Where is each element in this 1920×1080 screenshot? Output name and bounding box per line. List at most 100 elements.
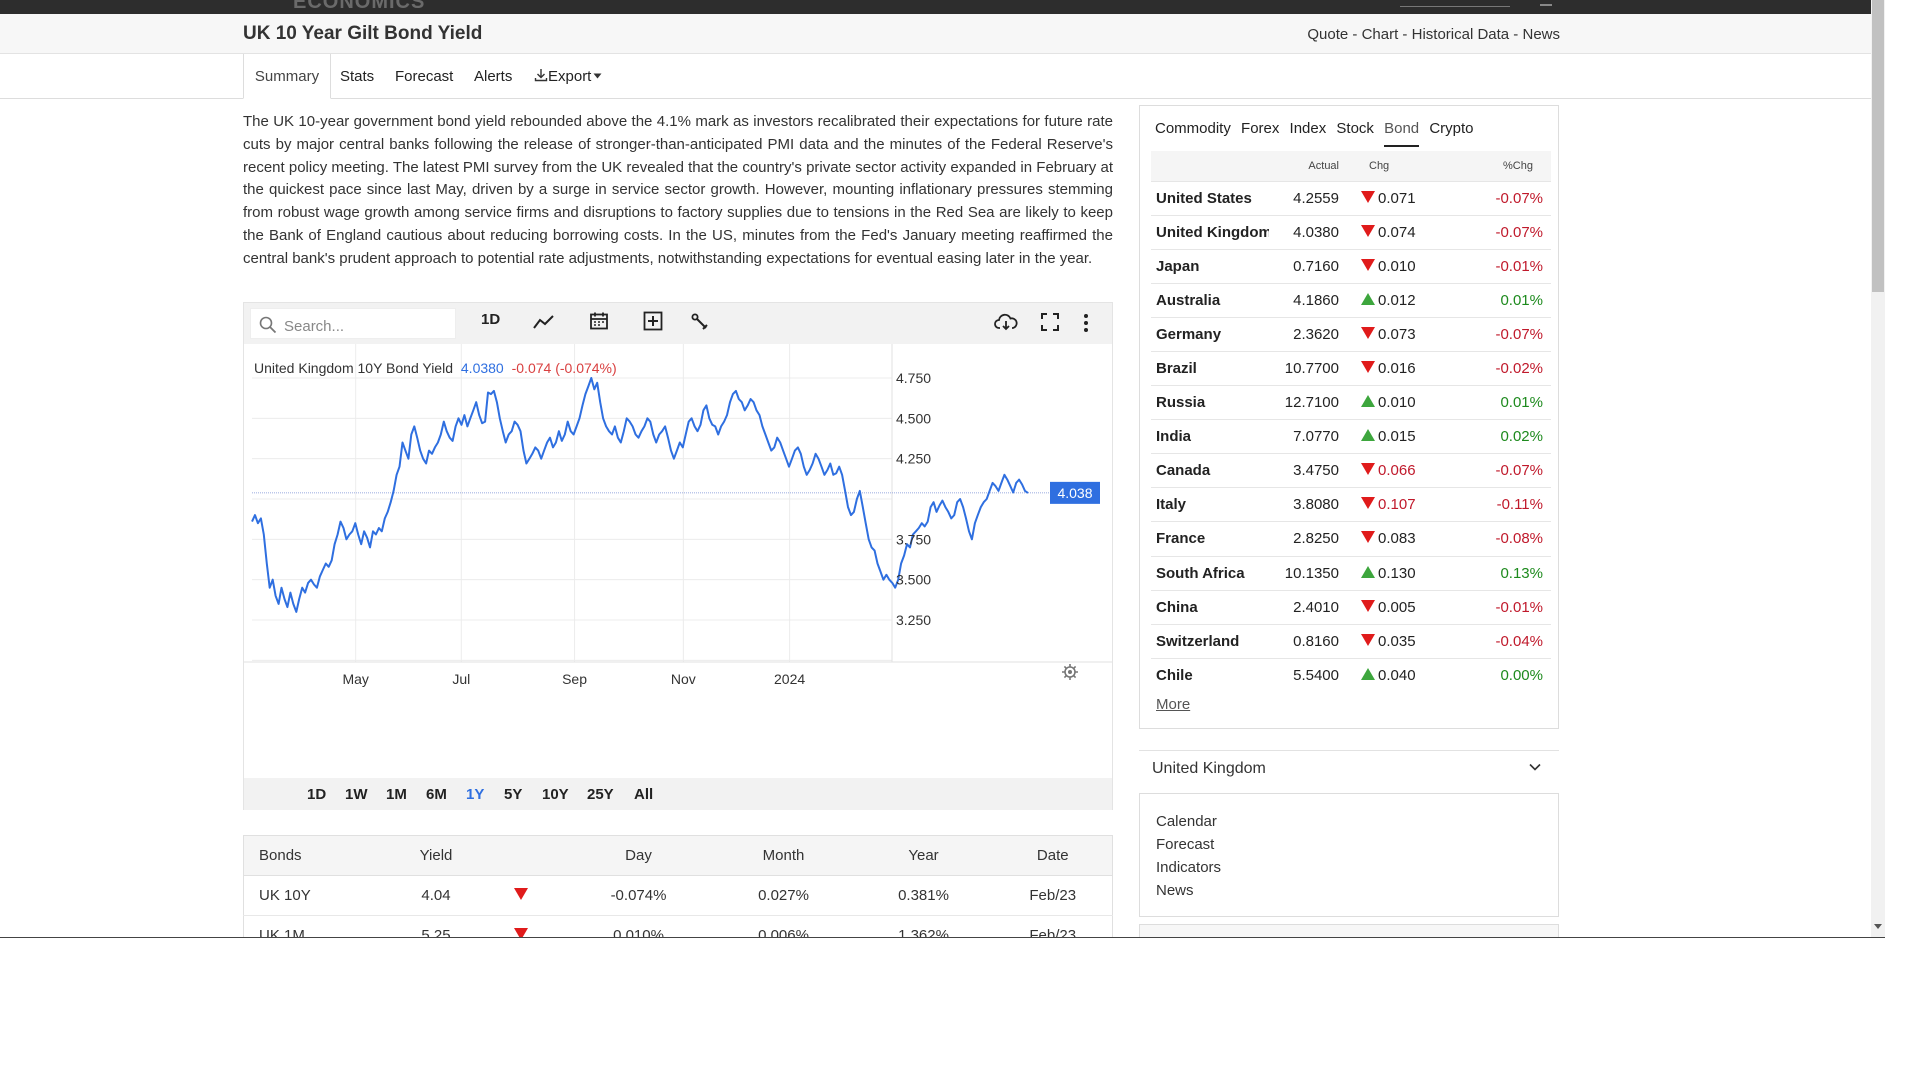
market-tab-commodity[interactable]: Commodity <box>1155 120 1231 137</box>
market-country[interactable]: Germany <box>1151 316 1269 352</box>
scroll-down-arrow[interactable] <box>1874 924 1882 929</box>
bonds-col-date[interactable]: Date <box>993 835 1113 876</box>
bond-name[interactable]: UK 10Y <box>243 875 394 916</box>
market-chg: 0.066 <box>1378 462 1416 480</box>
calendar-icon[interactable] <box>589 311 609 331</box>
range-25y[interactable]: 25Y <box>587 786 614 803</box>
news-link[interactable]: News <box>1522 26 1560 43</box>
more-options-icon[interactable] <box>1083 313 1089 333</box>
market-row[interactable]: Switzerland 0.8160 0.035 -0.04% <box>1151 623 1551 659</box>
up-arrow-icon <box>1361 395 1375 408</box>
range-5y[interactable]: 5Y <box>504 786 522 803</box>
market-row[interactable]: Germany 2.3620 0.073 -0.07% <box>1151 316 1551 352</box>
indicators-link[interactable]: Indicators <box>1156 859 1221 876</box>
market-tab-stock[interactable]: Stock <box>1336 120 1374 137</box>
bonds-col-year[interactable]: Year <box>853 835 994 876</box>
market-country[interactable]: Switzerland <box>1151 623 1269 659</box>
historical-data-link[interactable]: Historical Data <box>1412 26 1510 43</box>
chart-search-input[interactable]: Search... <box>250 308 456 339</box>
market-country[interactable]: China <box>1151 589 1269 625</box>
range-10y[interactable]: 10Y <box>542 786 569 803</box>
market-pct: -0.07% <box>1451 214 1551 250</box>
market-pct: -0.08% <box>1451 521 1551 557</box>
export-label: Export <box>548 68 592 85</box>
add-indicator-icon[interactable] <box>643 311 663 331</box>
table-row[interactable]: UK 1M 5.25 0.010% 0.006% 1.362% Feb/23 <box>243 915 1113 937</box>
market-row[interactable]: Russia 12.7100 0.010 0.01% <box>1151 385 1551 420</box>
bond-yield: 4.04 <box>393 875 479 916</box>
bonds-col-month[interactable]: Month <box>713 835 854 876</box>
market-country[interactable]: Italy <box>1151 487 1269 522</box>
calendar-link[interactable]: Calendar <box>1156 813 1217 830</box>
market-row[interactable]: United Kingdom 4.0380 0.074 -0.07% <box>1151 214 1551 250</box>
market-tab-crypto[interactable]: Crypto <box>1429 120 1473 137</box>
market-row[interactable]: South Africa 10.1350 0.130 0.13% <box>1151 555 1551 591</box>
range-1d[interactable]: 1D <box>307 786 326 803</box>
market-row[interactable]: Australia 4.1860 0.012 0.01% <box>1151 282 1551 318</box>
market-quotes-panel: Commodity Forex Index Stock Bond Crypto … <box>1139 105 1559 729</box>
more-link[interactable]: More <box>1156 696 1190 713</box>
market-country[interactable]: Brazil <box>1151 350 1269 386</box>
user-menu-icon[interactable] <box>1540 0 1552 6</box>
market-country[interactable]: Japan <box>1151 248 1269 284</box>
line-chart-icon[interactable] <box>533 313 555 331</box>
market-country[interactable]: United States <box>1151 180 1269 216</box>
market-country[interactable]: Russia <box>1151 385 1269 420</box>
chart-settings-icon[interactable] <box>1062 664 1078 680</box>
market-country[interactable]: United Kingdom <box>1151 214 1269 250</box>
tab-alerts[interactable]: Alerts <box>474 54 512 99</box>
tab-forecast[interactable]: Forecast <box>395 54 453 99</box>
site-topbar: ECONOMICS <box>0 0 1872 14</box>
table-row[interactable]: UK 10Y 4.04 -0.074% 0.027% 0.381% Feb/23 <box>243 875 1113 916</box>
quote-link[interactable]: Quote <box>1307 26 1348 43</box>
country-select[interactable]: United Kingdom <box>1139 750 1559 792</box>
tab-stats[interactable]: Stats <box>340 54 374 99</box>
market-row[interactable]: Canada 3.4750 0.066 -0.07% <box>1151 453 1551 488</box>
bonds-col-yield[interactable]: Yield <box>393 835 479 876</box>
market-tab-forex[interactable]: Forex <box>1241 120 1279 137</box>
range-1y[interactable]: 1Y <box>466 786 484 803</box>
market-row[interactable]: Chile 5.5400 0.040 0.00% <box>1151 657 1551 693</box>
browser-viewport: ECONOMICS UK 10 Year Gilt Bond Yield Quo… <box>0 0 1885 937</box>
range-1m[interactable]: 1M <box>386 786 407 803</box>
bond-month: 0.006% <box>713 915 854 937</box>
market-row[interactable]: China 2.4010 0.005 -0.01% <box>1151 589 1551 625</box>
export-dropdown[interactable]: Export <box>534 54 602 99</box>
market-row[interactable]: India 7.0770 0.015 0.02% <box>1151 419 1551 454</box>
market-pct: -0.01% <box>1451 589 1551 625</box>
chart-link[interactable]: Chart <box>1362 26 1399 43</box>
market-row[interactable]: Japan 0.7160 0.010 -0.01% <box>1151 248 1551 284</box>
site-logo[interactable]: ECONOMICS <box>293 0 425 14</box>
bond-date: Feb/23 <box>993 875 1113 916</box>
forecast-link[interactable]: Forecast <box>1156 836 1214 853</box>
page-scrollbar[interactable] <box>1871 0 1885 937</box>
drawing-tools-icon[interactable] <box>691 313 709 331</box>
market-actual: 0.7160 <box>1269 248 1361 284</box>
market-country[interactable]: India <box>1151 419 1269 454</box>
market-country[interactable]: South Africa <box>1151 555 1269 591</box>
range-6m[interactable]: 6M <box>426 786 447 803</box>
range-1w[interactable]: 1W <box>345 786 368 803</box>
interval-button[interactable]: 1D <box>481 311 500 328</box>
cloud-download-icon[interactable] <box>994 313 1018 331</box>
news-link-side[interactable]: News <box>1156 882 1194 899</box>
site-search-input[interactable] <box>1400 6 1510 7</box>
market-tab-bond[interactable]: Bond <box>1384 120 1420 147</box>
market-row[interactable]: Brazil 10.7700 0.016 -0.02% <box>1151 350 1551 386</box>
market-country[interactable]: Canada <box>1151 453 1269 488</box>
scrollbar-thumb[interactable] <box>1872 0 1884 292</box>
market-country[interactable]: Australia <box>1151 282 1269 318</box>
bond-name[interactable]: UK 1M <box>243 915 394 937</box>
yield-chart[interactable]: United Kingdom 10Y Bond Yield 4.0380 -0.… <box>244 344 1112 778</box>
bonds-col-name[interactable]: Bonds <box>243 835 394 876</box>
fullscreen-icon[interactable] <box>1041 313 1059 331</box>
market-row[interactable]: United States 4.2559 0.071 -0.07% <box>1151 180 1551 216</box>
market-row[interactable]: Italy 3.8080 0.107 -0.11% <box>1151 487 1551 522</box>
market-country[interactable]: France <box>1151 521 1269 557</box>
market-tab-index[interactable]: Index <box>1290 120 1327 137</box>
market-country[interactable]: Chile <box>1151 657 1269 693</box>
tab-summary[interactable]: Summary <box>243 54 331 99</box>
market-row[interactable]: France 2.8250 0.083 -0.08% <box>1151 521 1551 557</box>
range-all[interactable]: All <box>634 786 653 803</box>
bonds-col-day[interactable]: Day <box>563 835 714 876</box>
